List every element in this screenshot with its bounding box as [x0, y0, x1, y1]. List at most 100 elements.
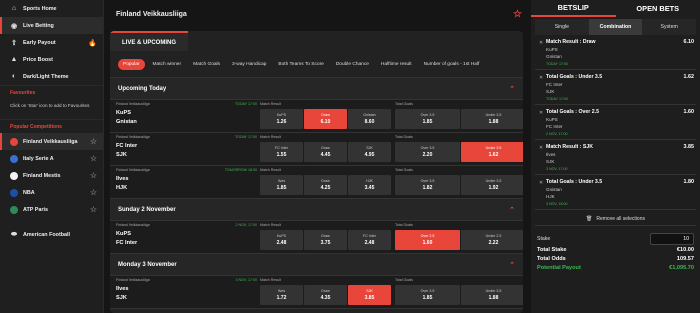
home-team[interactable]: KuPS [116, 110, 131, 116]
odds-button[interactable]: FC Inter 2.48 [348, 230, 391, 250]
sidebar-item-sports-home[interactable]: ⌂ Sports Home [0, 0, 103, 17]
star-icon[interactable]: ☆ [90, 205, 97, 214]
odds-button[interactable]: Gnistan 8.60 [348, 109, 391, 129]
odds-button[interactable]: Draw 6.10 [304, 109, 347, 129]
flag-icon [10, 154, 18, 163]
competition-item[interactable]: NBA ☆ [0, 184, 103, 201]
filter-chip[interactable]: Both Teams To Score [274, 59, 327, 70]
payout-icon: ⇧ [11, 39, 17, 47]
odds-value: 2.48 [276, 240, 287, 246]
filter-chip[interactable]: Number of goals - 1st Half [420, 59, 484, 70]
remove-selection-icon[interactable]: ✕ [539, 110, 543, 116]
odds-button[interactable]: SJK 4.95 [348, 142, 391, 162]
events-panel: LIVE & UPCOMING Popular Match winner Match… [110, 31, 523, 313]
remove-selection-icon[interactable]: ✕ [539, 145, 543, 151]
star-icon[interactable]: ☆ [90, 188, 97, 197]
stake-input[interactable]: 10 [650, 232, 694, 245]
home-team[interactable]: FC Inter [116, 143, 137, 149]
away-team[interactable]: HJK [116, 185, 127, 191]
odds-button[interactable]: Ilves 1.85 [260, 175, 303, 195]
remove-selection-icon[interactable]: ✕ [539, 40, 543, 46]
sidebar-item-live-betting[interactable]: ◉ Live Betting [0, 17, 103, 34]
total-goals-odds: Over 3.5 1.85 Under 3.5 1.88 [395, 285, 523, 305]
away-team[interactable]: SJK [116, 295, 127, 301]
remove-selection-icon[interactable]: ✕ [539, 180, 543, 186]
group-header[interactable]: Upcoming Today ⌃ [110, 78, 523, 100]
tab-open-bets[interactable]: OPEN BETS [616, 0, 700, 17]
odds-button[interactable]: Under 3.5 1.88 [461, 109, 523, 129]
odds-button[interactable]: Under 3.5 1.92 [461, 175, 523, 195]
odds-button[interactable]: Draw 4.25 [304, 175, 347, 195]
selection-home: KuPS [546, 47, 558, 52]
total-goals-odds: Over 3.5 1.82 Under 3.5 1.92 [395, 175, 523, 195]
odds-button[interactable]: Draw 4.45 [304, 142, 347, 162]
group-header[interactable]: Monday 3 November ⌃ [110, 254, 523, 276]
filter-chip[interactable]: Match winner [149, 59, 186, 70]
odds-button[interactable]: KuPS 1.26 [260, 109, 303, 129]
tab-single[interactable]: Single [535, 19, 589, 35]
odds-button[interactable]: HJK 3.45 [348, 175, 391, 195]
odds-button[interactable]: Draw 4.35 [304, 285, 347, 305]
competition-item[interactable]: ATP Paris ☆ [0, 201, 103, 218]
odds-button[interactable]: Draw 3.75 [304, 230, 347, 250]
sidebar-item-dark-light-theme[interactable]: ◐ Dark/Light Theme [0, 68, 103, 85]
odds-label: FC Inter [363, 234, 376, 238]
chevron-up-icon[interactable]: ⌃ [509, 85, 515, 93]
flag-icon [10, 171, 18, 180]
tab-live-upcoming[interactable]: LIVE & UPCOMING [110, 31, 189, 51]
theme-icon: ◐ [11, 73, 17, 80]
odds-button[interactable]: Over 3.5 1.85 [395, 285, 460, 305]
selection-market: Total Goals : Under 3.5 [546, 179, 603, 185]
star-icon[interactable]: ☆ [90, 171, 97, 180]
remove-all-button[interactable]: 🗑 Remove all selections [535, 212, 696, 226]
odds-button[interactable]: Over 3.5 1.82 [395, 175, 460, 195]
sidebar-item-price-boost[interactable]: ▲ Price Boost [0, 51, 103, 68]
tab-betslip[interactable]: BETSLIP [531, 0, 616, 17]
odds-button[interactable]: KuPS 2.48 [260, 230, 303, 250]
competition-item[interactable]: Finland Mestis ☆ [0, 167, 103, 184]
betslip-totals: Total Stake €10.00 Total Odds 109.57 Potenti… [531, 247, 700, 274]
tab-system[interactable]: System [642, 19, 696, 35]
sidebar-item-american-football[interactable]: ⬬ American Football [0, 226, 103, 243]
filter-chip[interactable]: Double Chance [332, 59, 373, 70]
filter-chip[interactable]: 3-way Handicap [228, 59, 270, 70]
away-team[interactable]: Gnistan [116, 119, 137, 125]
odds-button[interactable]: Over 2.5 1.60 [395, 230, 460, 250]
competition-item[interactable]: Italy Serie A ☆ [0, 150, 103, 167]
odds-button[interactable]: Over 3.5 2.20 [395, 142, 460, 162]
home-team[interactable]: Ilves [116, 176, 128, 182]
popular-heading: Popular Competitions [0, 119, 103, 133]
odds-button[interactable]: Under 3.5 1.62 [461, 142, 523, 162]
event-date: 2 NOV, 17:00 [235, 223, 257, 227]
selection-odd: 1.62 [683, 74, 695, 80]
chevron-up-icon[interactable]: ⌃ [509, 206, 515, 214]
odds-label: Over 3.5 [420, 179, 435, 183]
selection-time: 3 NOV, 17:00 [546, 167, 568, 171]
odds-button[interactable]: Under 2.5 2.22 [461, 230, 523, 250]
odds-label: Draw [321, 289, 330, 293]
competition-item[interactable]: Finland Veikkausliiga ☆ [0, 133, 103, 150]
sidebar-item-early-payout[interactable]: ⇧ Early Payout 🔥 [0, 34, 103, 51]
star-icon[interactable]: ☆ [90, 137, 97, 146]
remove-selection-icon[interactable]: ✕ [539, 75, 543, 81]
competition-label: Italy Serie A [23, 155, 54, 162]
odds-button[interactable]: FC Inter 1.55 [260, 142, 303, 162]
star-icon[interactable]: ☆ [90, 154, 97, 163]
home-team[interactable]: Ilves [116, 286, 128, 292]
filter-chip[interactable]: Halftime result [377, 59, 416, 70]
favourite-star-icon[interactable]: ☆ [513, 9, 522, 20]
tab-combination[interactable]: Combination [588, 19, 643, 35]
filter-chip[interactable]: Match Goals [189, 59, 224, 70]
odds-button[interactable]: Under 3.5 1.88 [461, 285, 523, 305]
odds-button[interactable]: Ilves 1.72 [260, 285, 303, 305]
odds-button[interactable]: Over 3.5 1.85 [395, 109, 460, 129]
odds-value: 2.22 [488, 240, 499, 246]
odds-label: HJK [366, 179, 373, 183]
filter-chip[interactable]: Popular [118, 58, 145, 70]
away-team[interactable]: FC Inter [116, 240, 137, 246]
odds-button[interactable]: SJK 3.85 [348, 285, 391, 305]
home-team[interactable]: KuPS [116, 231, 131, 237]
group-header[interactable]: Sunday 2 November ⌃ [110, 199, 523, 221]
chevron-up-icon[interactable]: ⌃ [509, 261, 515, 269]
away-team[interactable]: SJK [116, 152, 127, 158]
